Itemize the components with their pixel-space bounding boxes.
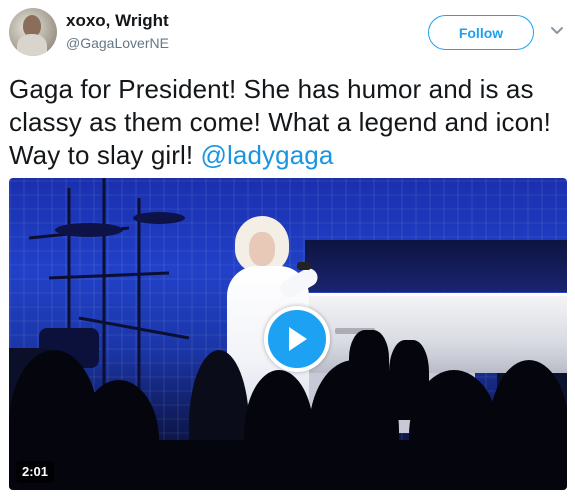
video-duration-badge: 2:01	[16, 461, 55, 483]
audience-raised-hand	[349, 330, 389, 400]
tweet-text: Gaga for President! She has humor and is…	[9, 73, 569, 172]
user-avatar[interactable]	[9, 8, 57, 56]
display-name[interactable]: xoxo, Wright	[66, 11, 169, 31]
tweet-header: xoxo, Wright @GagaLoverNE Follow	[0, 0, 575, 64]
play-button[interactable]	[264, 306, 330, 372]
play-icon	[289, 327, 307, 351]
microphone	[297, 262, 311, 270]
user-handle[interactable]: @GagaLoverNE	[66, 34, 169, 52]
mention-link[interactable]: @ladygaga	[201, 140, 334, 170]
follow-button[interactable]: Follow	[428, 15, 534, 50]
chevron-down-icon[interactable]	[549, 22, 565, 38]
avatar-body	[17, 34, 47, 56]
user-name-block[interactable]: xoxo, Wright @GagaLoverNE	[66, 11, 169, 52]
audience-floor	[9, 440, 567, 490]
video-player[interactable]: 2:01	[9, 178, 567, 490]
piano-lid	[305, 240, 567, 292]
performer-face	[249, 232, 275, 266]
